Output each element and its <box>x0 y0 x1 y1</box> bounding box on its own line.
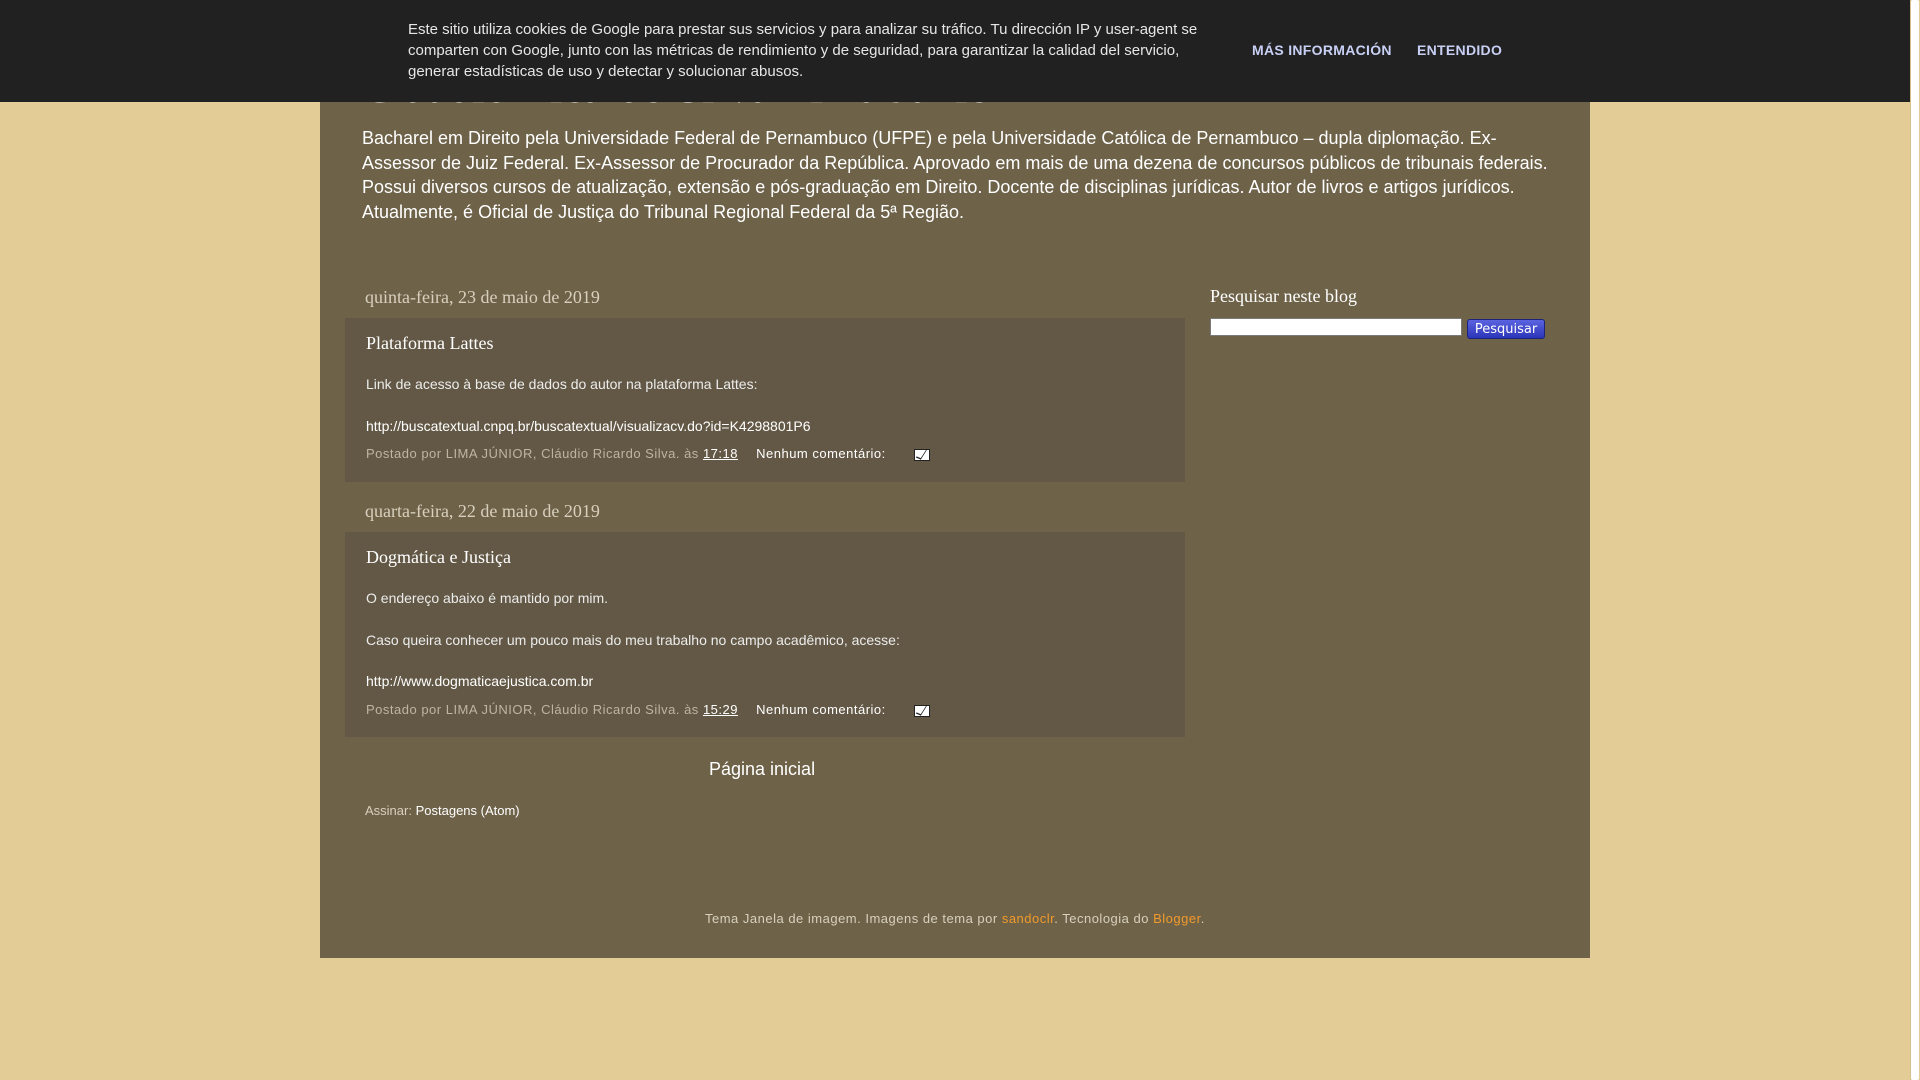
post-text: Caso queira conhecer um pouco mais do me… <box>366 632 900 648</box>
post-title: Plataforma Lattes <box>366 333 494 353</box>
blog-description: Bacharel em Direito pela Universidade Fe… <box>362 128 1548 222</box>
home-link[interactable]: Página inicial <box>709 759 815 780</box>
blogger-link[interactable]: Blogger <box>1153 911 1201 926</box>
email-icon[interactable] <box>913 448 930 461</box>
attribution-prefix: Tema Janela de imagem. Imagens de tema p… <box>705 911 998 926</box>
scrollbar-thumb[interactable] <box>1911 0 1919 1080</box>
post-timestamp-link[interactable]: 15:29 <box>703 702 738 717</box>
post-link[interactable]: http://buscatextual.cnpq.br/buscatextual… <box>366 418 811 434</box>
cookie-banner: Este sitio utiliza cookies de Google par… <box>0 0 1910 102</box>
post-timestamp-link[interactable]: 17:18 <box>703 446 738 461</box>
subscribe-links: Assinar: Postagens (Atom) <box>365 803 520 818</box>
post-date: quarta-feira, 22 de maio de 2019 <box>365 501 600 521</box>
more-info-button[interactable]: MÁS INFORMACIÓN <box>1252 42 1392 58</box>
subscribe-label: Assinar: <box>365 803 412 818</box>
post-author: Postado por LIMA JÚNIOR, Cláudio Ricardo… <box>366 702 699 717</box>
post: Plataforma Lattes Link de acesso à base … <box>345 318 1185 482</box>
email-icon[interactable] <box>913 704 930 717</box>
post-title: Dogmática e Justiça <box>366 547 511 567</box>
post: Dogmática e Justiça O endereço abaixo é … <box>345 532 1185 737</box>
attribution-middle: . Tecnologia do <box>1054 911 1149 926</box>
post-comments-link[interactable]: Nenhum comentário: <box>756 446 886 461</box>
post-date: quinta-feira, 23 de maio de 2019 <box>365 287 600 307</box>
accept-cookies-button[interactable]: ENTENDIDO <box>1417 42 1502 58</box>
search-button[interactable]: Pesquisar <box>1467 319 1545 339</box>
search-widget-title: Pesquisar neste blog <box>1210 286 1357 306</box>
search-input[interactable] <box>1210 318 1462 336</box>
post-comments-link[interactable]: Nenhum comentário: <box>756 702 886 717</box>
atom-feed-link[interactable]: Postagens (Atom) <box>416 803 520 818</box>
theme-author-link[interactable]: sandoclr <box>1002 911 1054 926</box>
attribution: Tema Janela de imagem. Imagens de tema p… <box>705 911 1205 926</box>
attribution-suffix: . <box>1200 911 1205 926</box>
post-footer: Postado por LIMA JÚNIOR, Cláudio Ricardo… <box>366 446 930 461</box>
cookie-notice-text: Este sitio utiliza cookies de Google par… <box>408 21 1198 80</box>
post-text: O endereço abaixo é mantido por mim. <box>366 590 609 606</box>
post-text: Link de acesso à base de dados do autor … <box>366 376 758 392</box>
post-link[interactable]: http://www.dogmaticaejustica.com.br <box>366 673 593 689</box>
post-footer: Postado por LIMA JÚNIOR, Cláudio Ricardo… <box>366 702 930 717</box>
post-author: Postado por LIMA JÚNIOR, Cláudio Ricardo… <box>366 446 699 461</box>
